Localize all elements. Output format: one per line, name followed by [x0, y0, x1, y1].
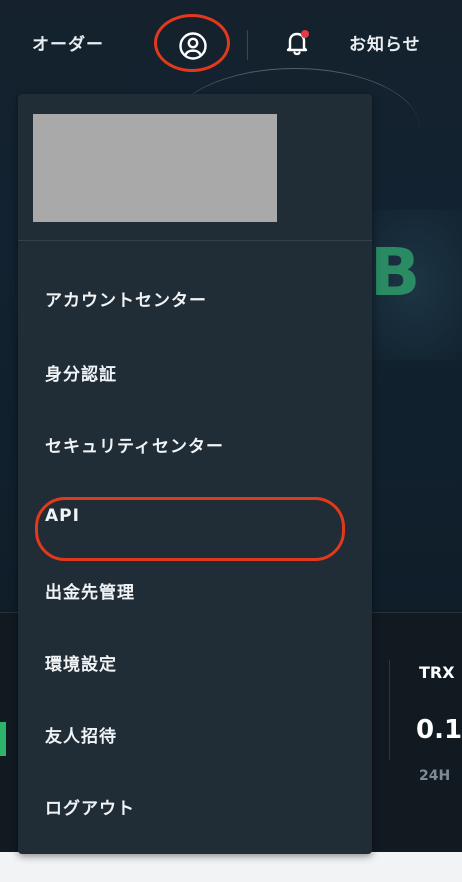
account-info-redacted — [33, 114, 277, 222]
menu-item-preferences[interactable]: 環境設定 — [45, 650, 117, 675]
menu-item-logout[interactable]: ログアウト — [45, 794, 135, 819]
nav-separator — [247, 30, 248, 60]
menu-item-account-center[interactable]: アカウントセンター — [45, 286, 207, 311]
app-root: B TRX 0.1 24H オーダー お知らせ アカウントセンター 身分認証 セ… — [0, 0, 462, 882]
notifications-button[interactable] — [283, 28, 311, 58]
menu-item-identity-verification[interactable]: 身分認証 — [45, 360, 117, 385]
bitcoin-symbol: B — [370, 234, 421, 311]
top-nav: オーダー お知らせ — [0, 0, 462, 88]
ticker-divider — [389, 660, 390, 760]
user-menu-button[interactable] — [175, 28, 211, 64]
menu-item-invite-friends[interactable]: 友人招待 — [45, 722, 117, 747]
dropdown-divider — [18, 240, 372, 241]
nav-news-link[interactable]: お知らせ — [349, 30, 421, 55]
ticker-symbol[interactable]: TRX — [419, 663, 455, 682]
green-chart-bar — [0, 722, 6, 756]
notification-dot — [301, 30, 309, 38]
menu-item-api[interactable]: API — [45, 506, 80, 526]
nav-orders-link[interactable]: オーダー — [32, 30, 104, 55]
ticker-price: 0.1 — [416, 715, 462, 745]
menu-item-withdrawal-addresses[interactable]: 出金先管理 — [45, 578, 135, 603]
menu-item-security-center[interactable]: セキュリティセンター — [45, 432, 224, 457]
ticker-24h-label: 24H — [419, 768, 451, 784]
footer-strip — [0, 852, 462, 882]
user-circle-icon — [179, 32, 207, 60]
security-center-highlight — [35, 497, 345, 561]
user-dropdown-menu: アカウントセンター 身分認証 セキュリティセンター API 出金先管理 環境設定… — [18, 94, 372, 854]
